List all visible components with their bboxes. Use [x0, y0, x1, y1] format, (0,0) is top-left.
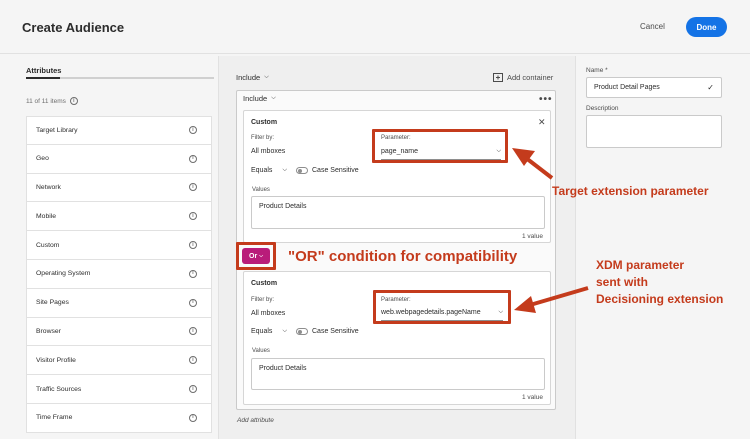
annotation-xdm-line2: sent with	[596, 275, 649, 289]
annotation-target-param: Target extension parameter	[552, 184, 709, 198]
annotation-arrows	[512, 148, 589, 313]
annotation-xdm-line1: XDM parameter	[596, 258, 685, 272]
arrow-head-xdm-param	[514, 296, 536, 313]
annotation-xdm-line3: Decisioning extension	[596, 292, 724, 306]
arrow-xdm-param	[529, 286, 589, 307]
arrow-target-param	[524, 156, 554, 180]
annotation-or-condition: "OR" condition for compatibility	[288, 248, 518, 265]
